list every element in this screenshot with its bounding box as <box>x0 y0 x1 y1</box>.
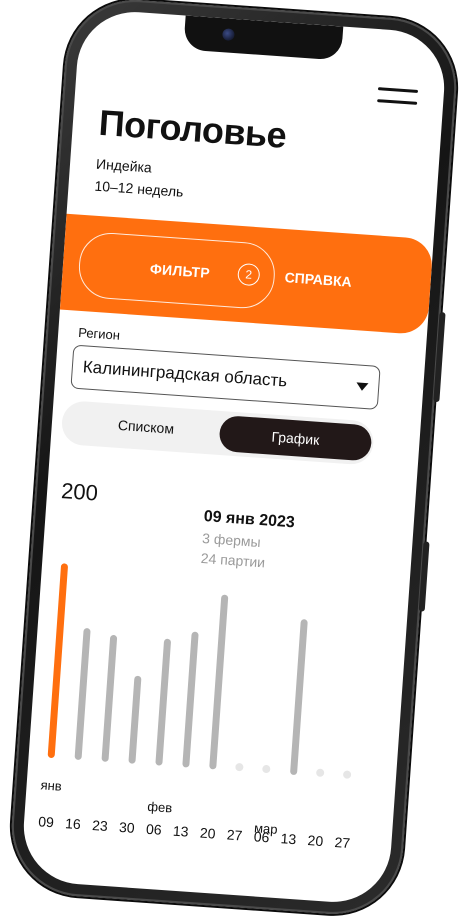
caret-down-icon <box>355 382 369 392</box>
chart-max-label: 200 <box>60 478 99 506</box>
region-value: Калининградская область <box>82 357 288 391</box>
chart-bar[interactable] <box>100 635 117 762</box>
month-label: мар <box>253 820 279 837</box>
age-label: 10–12 недель <box>94 177 184 200</box>
region-label: Регион <box>77 324 121 343</box>
chart-bar[interactable] <box>289 619 308 776</box>
page-title: Поголовье <box>97 101 288 156</box>
chart-bar[interactable] <box>154 638 171 766</box>
chart-bar[interactable] <box>74 628 91 761</box>
selected-farms: 3 фермы <box>201 530 262 551</box>
view-toggle: Списком График <box>60 399 375 466</box>
chart-bar[interactable] <box>47 563 68 759</box>
region-select[interactable]: Калининградская область <box>70 344 381 410</box>
chart-bar[interactable] <box>181 630 199 768</box>
x-tick-label: 27 <box>334 833 351 852</box>
chart-empty-dot <box>262 764 271 774</box>
menu-icon[interactable] <box>377 85 419 110</box>
chart-empty-dot <box>342 770 352 779</box>
toggle-chart-button[interactable]: График <box>218 414 373 462</box>
chart-empty-dot <box>235 762 244 772</box>
toggle-list-button[interactable]: Списком <box>117 417 174 437</box>
chart-bar[interactable] <box>127 675 141 764</box>
app-screen: Поголовье Индейка 10–12 недель ФИЛЬТР 2 … <box>19 8 449 906</box>
chart-empty-dot <box>315 768 325 778</box>
filter-button[interactable]: ФИЛЬТР 2 <box>76 230 277 311</box>
animal-label: Индейка <box>95 155 153 176</box>
selected-date: 09 янв 2023 <box>203 508 296 532</box>
phone-device: Поголовье Индейка 10–12 недель ФИЛЬТР 2 … <box>7 0 460 919</box>
chart-bar[interactable] <box>208 593 228 770</box>
month-label: фев <box>146 798 173 816</box>
month-label: янв <box>40 777 63 794</box>
filter-label: ФИЛЬТР <box>149 260 211 281</box>
filter-count-badge: 2 <box>237 262 261 287</box>
bar-chart: 09 16 23 30 06 13 20 27 06 13 20 27 янв фев мар <box>20 547 410 906</box>
camera-icon <box>222 28 235 41</box>
